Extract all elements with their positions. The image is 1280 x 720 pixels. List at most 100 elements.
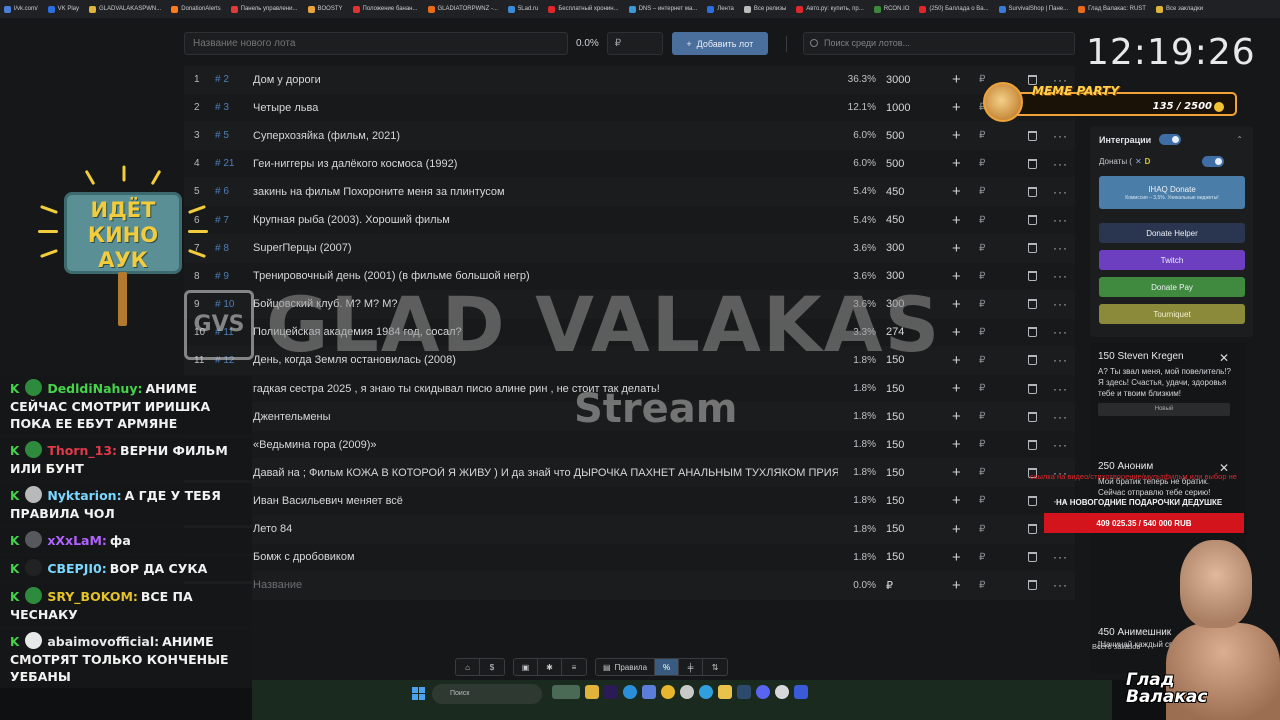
bookmark-item[interactable]: SurvivalShop | Пане... (998, 5, 1068, 13)
add-amount-icon[interactable]: + (952, 240, 961, 257)
chat-username[interactable]: DedldiNahuy: (47, 381, 142, 396)
bookmark-item[interactable]: 5Lad.ru (507, 5, 538, 13)
bookmark-item[interactable]: RCON.IO (873, 5, 909, 13)
more-icon[interactable]: ··· (1053, 297, 1068, 311)
lot-name[interactable]: Суперхозяйка (фильм, 2021) (253, 130, 838, 142)
lot-amount[interactable]: 150 (886, 467, 904, 479)
rules-button[interactable]: ▤ Правила (596, 659, 656, 675)
bookmark-item[interactable]: l/vk.com/ (4, 5, 38, 13)
steam-icon[interactable] (737, 685, 751, 699)
lot-name[interactable]: Четыре льва (253, 102, 838, 114)
lot-name[interactable]: Давай на ; Фильм КОЖА В КОТОРОЙ Я ЖИВУ )… (253, 467, 838, 479)
chat-username[interactable]: xXxLaM: (47, 533, 107, 548)
save-icon[interactable]: ▣ (514, 659, 538, 675)
bookmark-item[interactable]: Глад Валакас: RUST (1078, 5, 1146, 13)
chat-username[interactable]: Thorn_13: (47, 443, 117, 458)
bookmark-item[interactable]: GLADVALAKASPWN... (89, 5, 161, 13)
lot-name[interactable]: закинь на фильм Похороните меня за плинт… (253, 186, 838, 198)
rub-icon[interactable]: ₽ (886, 579, 893, 592)
store-icon[interactable] (642, 685, 656, 699)
donate-helper-button[interactable]: Donate Helper (1099, 223, 1245, 243)
percent-toggle[interactable]: % (655, 659, 680, 675)
lot-amount[interactable]: 1000 (886, 102, 910, 114)
file-explorer-icon[interactable] (585, 685, 599, 699)
trash-icon[interactable] (1028, 327, 1037, 338)
bug-icon[interactable]: ✱ (538, 659, 562, 675)
lot-amount[interactable]: 150 (886, 523, 904, 535)
rub-icon[interactable]: ₽ (979, 495, 985, 506)
donate-pay-button[interactable]: Donate Pay (1099, 277, 1245, 297)
app-icon[interactable] (775, 685, 789, 699)
lot-id-link[interactable]: # 5 (215, 130, 229, 141)
new-lot-name-input[interactable] (184, 32, 568, 55)
lot-amount[interactable]: 450 (886, 186, 904, 198)
lot-name[interactable]: Геи-ниггеры из далёкого космоса (1992) (253, 158, 838, 170)
chat-username[interactable]: Nyktarion: (47, 488, 121, 503)
lot-amount[interactable]: 300 (886, 242, 904, 254)
twitch-button[interactable]: Twitch (1099, 250, 1245, 270)
windows-start-icon[interactable] (412, 687, 425, 700)
trash-icon[interactable] (1028, 130, 1037, 141)
lot-name[interactable]: Иван Васильевич меняет всё (253, 495, 838, 507)
bookmark-item[interactable]: BOOSTY (307, 5, 343, 13)
bookmark-item[interactable]: Панель управлени... (230, 5, 298, 13)
bookmark-item[interactable]: GLADIATORPWNZ -... (427, 5, 498, 13)
add-amount-icon[interactable]: + (952, 127, 961, 144)
trash-icon[interactable] (1028, 355, 1037, 366)
bookmark-item[interactable]: Лента (707, 5, 734, 13)
trash-icon[interactable] (1028, 580, 1037, 591)
trash-icon[interactable] (1028, 158, 1037, 169)
more-icon[interactable]: ··· (1053, 185, 1068, 199)
trash-icon[interactable] (1028, 299, 1037, 310)
add-amount-icon[interactable]: + (952, 549, 961, 566)
more-icon[interactable]: ··· (1053, 129, 1068, 143)
import-icon[interactable]: ≡ (562, 659, 586, 675)
add-amount-icon[interactable]: + (952, 521, 961, 538)
donate-icon[interactable]: $ (480, 659, 504, 675)
trash-icon[interactable] (1028, 495, 1037, 506)
rub-icon[interactable]: ₽ (979, 467, 985, 478)
telegram-icon[interactable] (699, 685, 713, 699)
rub-icon[interactable]: ₽ (979, 580, 985, 591)
add-amount-icon[interactable]: + (952, 99, 961, 116)
trash-icon[interactable] (1028, 383, 1037, 394)
trash-icon[interactable] (1028, 243, 1037, 254)
discord-icon[interactable] (756, 685, 770, 699)
bookmark-item[interactable]: (250) Баллада о Ва... (919, 5, 989, 13)
chevron-up-icon[interactable]: ⌃ (1236, 135, 1243, 144)
lot-amount[interactable]: 3000 (886, 74, 910, 86)
trash-icon[interactable] (1028, 552, 1037, 563)
donation-status-select[interactable]: Новый (1098, 403, 1230, 416)
lot-amount[interactable]: 150 (886, 495, 904, 507)
lot-name[interactable]: «Ведьмина гора (2009)» (253, 439, 838, 451)
trash-icon[interactable] (1028, 524, 1037, 535)
rub-icon[interactable]: ₽ (979, 439, 985, 450)
rub-icon[interactable]: ₽ (979, 158, 985, 169)
sort-icon[interactable]: ⇅ (703, 659, 727, 675)
taskbar-search[interactable]: Поиск (432, 684, 542, 704)
split-icon[interactable]: ╪ (679, 659, 704, 675)
rub-icon[interactable]: ₽ (979, 552, 985, 563)
more-icon[interactable]: ··· (1053, 241, 1068, 255)
add-amount-icon[interactable]: + (952, 155, 961, 172)
more-icon[interactable]: ··· (1053, 213, 1068, 227)
edge-icon[interactable] (623, 685, 637, 699)
bookmark-item[interactable]: Бесплатный хронин... (548, 5, 619, 13)
lot-id-link[interactable]: # 7 (215, 215, 229, 226)
new-lot-amount-input[interactable]: ₽ (606, 32, 663, 55)
bookmark-item[interactable]: DonationAlerts (171, 5, 221, 13)
rub-icon[interactable]: ₽ (979, 271, 985, 282)
lot-id-link[interactable]: # 21 (215, 158, 234, 169)
more-icon[interactable]: ··· (1053, 382, 1068, 396)
more-icon[interactable]: ··· (1053, 157, 1068, 171)
lot-amount[interactable]: 500 (886, 158, 904, 170)
rub-icon[interactable]: ₽ (979, 186, 985, 197)
lot-name[interactable]: Бомж с дробовиком (253, 551, 838, 563)
lot-id-link[interactable]: # 6 (215, 186, 229, 197)
close-icon[interactable]: ✕ (1219, 351, 1229, 365)
add-amount-icon[interactable]: + (952, 577, 961, 594)
add-amount-icon[interactable]: + (952, 212, 961, 229)
chrome-icon[interactable] (661, 685, 675, 699)
add-lot-button[interactable]: + Добавить лот (671, 32, 768, 55)
lot-name-input[interactable]: Название (253, 579, 838, 591)
